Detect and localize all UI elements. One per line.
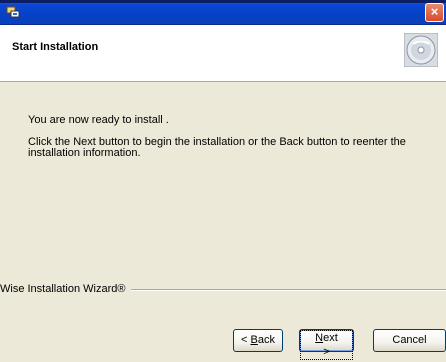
title-bar-edge [0,0,446,3]
instruction-message: Click the Next button to begin the insta… [28,136,406,159]
back-button-label: ack [257,334,275,346]
back-button[interactable]: < Back [233,329,283,352]
wizard-header: Start Installation [0,25,446,82]
next-button-accesskey: N [315,332,324,344]
cd-disc-icon [404,33,438,67]
back-button-accesskey: B [250,334,258,346]
wizard-brand-label: Wise Installation Wizard® [0,283,132,295]
ready-message: You are now ready to install . [28,114,169,126]
back-button-prefix: < [241,334,251,346]
next-button-label: ext > [323,332,338,358]
close-button[interactable]: × [425,3,444,22]
installer-app-icon [6,6,20,18]
page-title: Start Installation [12,41,99,53]
footer-divider [80,289,446,291]
next-button[interactable]: Next > [299,329,354,360]
close-icon: × [430,4,439,19]
next-button-focus: Next > [300,330,353,360]
title-bar[interactable]: × [0,0,446,25]
cancel-button[interactable]: Cancel [373,329,446,352]
